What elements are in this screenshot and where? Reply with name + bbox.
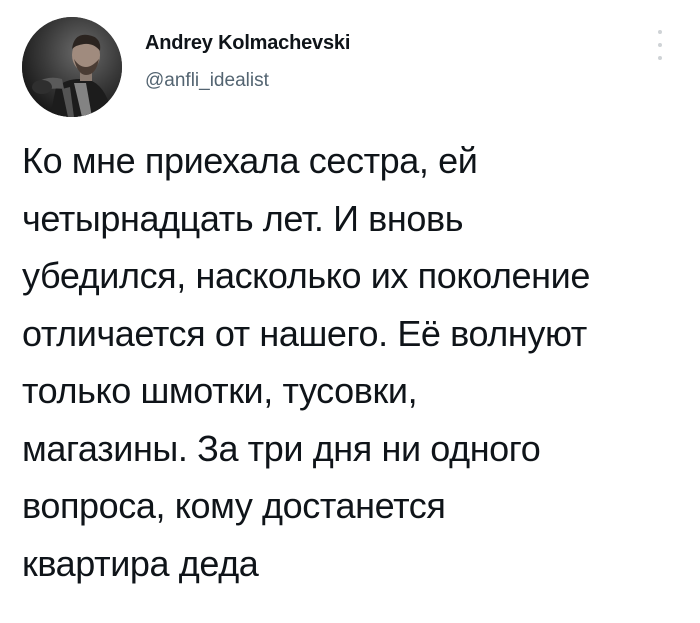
tweet-text-line: магазины. За три дня ни одного: [22, 427, 541, 469]
tweet-text-line: отличается от нашего. Её волнуют: [22, 312, 587, 354]
more-vertical-icon-dot-3: [658, 56, 662, 60]
tweet-text-line: Ко мне приехала сестра, ей: [22, 140, 478, 181]
more-options-button[interactable]: [648, 30, 672, 60]
tweet-text: Ко мне приехала сестра, ей четырнадцать …: [22, 132, 692, 592]
tweet-text-line: четырнадцать лет. И вновь: [22, 197, 464, 239]
more-vertical-icon-dot-2: [658, 43, 662, 47]
avatar[interactable]: [22, 17, 122, 117]
more-vertical-icon: [658, 30, 662, 34]
user-handle[interactable]: @anfli_idealist: [145, 69, 350, 93]
user-avatar-photo-icon: [22, 17, 122, 117]
tweet-text-line: убедился, насколько их поколение: [22, 255, 590, 296]
display-name[interactable]: Andrey Kolmachevski: [145, 30, 350, 56]
tweet-text-line: только шмотки, тусовки,: [22, 370, 418, 411]
tweet-card: Andrey Kolmachevski @anfli_idealist Ко м…: [0, 0, 700, 623]
tweet-text-line: квартира деда: [22, 542, 259, 584]
user-info: Andrey Kolmachevski @anfli_idealist: [145, 30, 350, 93]
tweet-text-line: вопроса, кому достанется: [22, 485, 446, 526]
